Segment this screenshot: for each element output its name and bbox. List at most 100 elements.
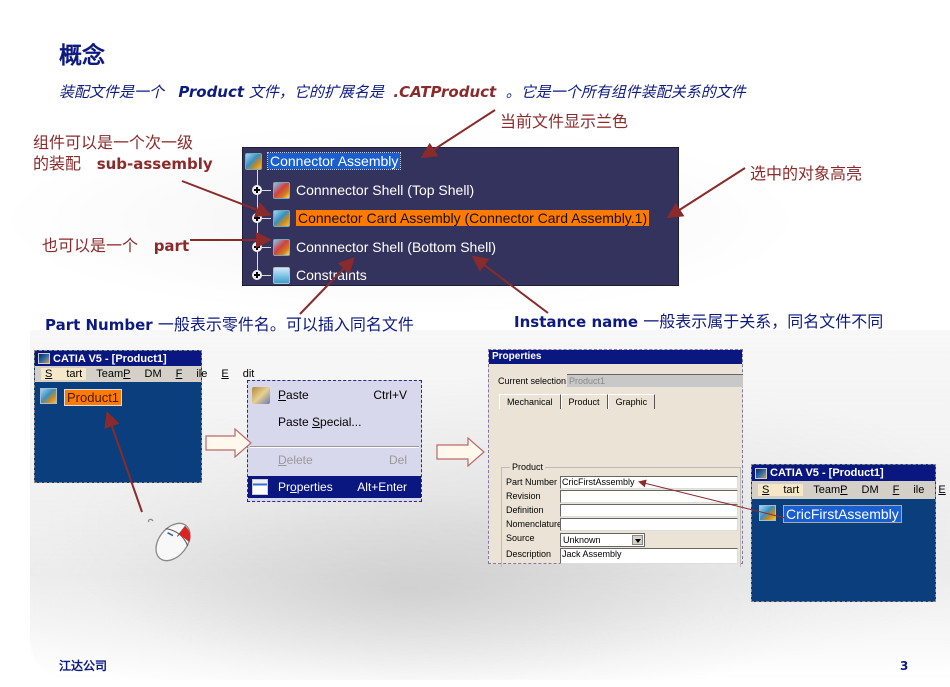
menu-file[interactable]: File <box>176 368 208 380</box>
also-part-cn: 也可以是一个 <box>42 236 139 255</box>
part-icon <box>273 181 290 199</box>
current-selection-label: Current selection : <box>498 376 572 386</box>
revision-input[interactable] <box>560 490 738 503</box>
product-icon <box>759 505 776 521</box>
properties-icon <box>252 479 268 495</box>
part-number-input[interactable]: CricFirstAssembly <box>560 476 738 489</box>
subtitle-part1: 装配文件是一个 <box>59 83 165 101</box>
tab-mechanical[interactable]: Mechanical <box>499 394 561 409</box>
menu-item-label: Properties <box>278 480 333 494</box>
description-input[interactable]: Jack Assembly <box>560 548 738 564</box>
tree-node[interactable]: Connnector Shell (Top Shell) <box>243 179 474 201</box>
sub-assembly-en: sub-assembly <box>96 155 213 173</box>
properties-dialog: Properties Current selection : Product1 … <box>488 349 743 567</box>
catia-menu-bar: Start TeamPDM File Edit <box>35 366 254 382</box>
expand-plus-icon[interactable] <box>252 185 262 195</box>
menu-start[interactable]: Start <box>41 368 87 380</box>
field-row-nomenclature: Nomenclature <box>506 517 563 531</box>
catia-title: CATIA V5 - [Product1] <box>770 467 884 479</box>
sub-assembly-cn: 的装配 <box>33 154 82 173</box>
subtitle-part3: 。它是一个所有组件装配关系的文件 <box>505 83 746 101</box>
menu-item-paste-special[interactable]: Paste Special... <box>248 411 421 433</box>
expand-plus-icon[interactable] <box>252 270 262 280</box>
flow-arrow-icon <box>205 428 252 458</box>
annotation-sub-assembly-line2: 的装配 sub-assembly <box>33 150 213 174</box>
menu-item-paste[interactable]: Paste Ctrl+V <box>248 384 421 406</box>
menu-item-shortcut: Alt+Enter <box>357 480 407 494</box>
menu-teampdm[interactable]: TeamP DM <box>813 484 878 496</box>
menu-teampdm[interactable]: TeamP DM <box>96 368 161 380</box>
nomenclature-input[interactable] <box>560 518 738 531</box>
field-label: Source <box>506 533 535 543</box>
tree-node-label: Connnector Shell (Top Shell) <box>296 182 475 198</box>
field-label: Nomenclature <box>506 519 563 529</box>
field-row-revision: Revision <box>506 489 560 503</box>
menu-item-properties[interactable]: Properties Alt+Enter <box>248 476 421 498</box>
field-label: Part Number <box>506 477 558 487</box>
current-selection-field: Product1 <box>567 374 743 387</box>
product-node-label[interactable]: CricFirstAssembly <box>783 505 902 523</box>
tree-node[interactable]: Connnector Shell (Bottom Shell) <box>243 236 496 258</box>
field-row-source: Source <box>506 531 560 545</box>
groupbox-title: Product <box>510 462 546 472</box>
page-number: 3 <box>900 659 909 673</box>
tab-product[interactable]: Product <box>560 394 608 409</box>
paste-icon <box>252 387 270 404</box>
catia-title-bar: CATIA V5 - [Product1] <box>35 351 201 366</box>
source-select[interactable]: Unknown <box>560 533 645 547</box>
context-menu: Paste Ctrl+V Paste Special... Delete Del… <box>247 380 422 502</box>
product-node-label[interactable]: Product1 <box>64 389 123 406</box>
subtitle-product: Product <box>178 83 245 101</box>
instance-name-cn: 一般表示属于关系，同名文件不同 <box>643 312 884 331</box>
part-icon <box>273 238 290 256</box>
catia-logo-icon <box>38 353 50 364</box>
properties-tabs: Mechanical Product Graphic <box>499 394 656 409</box>
annotation-current-file-blue: 当前文件显示兰色 <box>500 112 629 131</box>
annotation-also-part: 也可以是一个 part <box>42 232 189 256</box>
menu-item-shortcut: Del <box>388 453 407 467</box>
tab-graphic[interactable]: Graphic <box>607 394 656 409</box>
tree-root-label: Connector Assembly <box>266 152 402 170</box>
footer-company: 江达公司 <box>59 659 108 673</box>
menu-edit[interactable]: Edit <box>938 484 950 496</box>
product-icon <box>245 152 262 170</box>
definition-input[interactable] <box>560 504 738 517</box>
field-row-definition: Definition <box>506 503 560 517</box>
subtitle-extension: .CATProduct <box>393 83 497 101</box>
dialog-title: Properties <box>489 350 742 364</box>
menu-item-delete[interactable]: Delete Del <box>248 449 421 471</box>
menu-file[interactable]: File <box>893 484 925 496</box>
catia-title-bar: CATIA V5 - [Product1] <box>752 465 935 481</box>
catia-window-after: CATIA V5 - [Product1] Start TeamP DM File… <box>751 464 946 602</box>
slide-title: 概念 <box>59 43 105 69</box>
menu-item-shortcut: Ctrl+V <box>373 388 407 402</box>
annotation-part-number: Part Number 一般表示零件名。可以插入同名文件 <box>45 311 414 335</box>
menu-separator <box>250 446 419 448</box>
product-icon <box>40 388 57 404</box>
tree-node-label: Connnector Shell (Bottom Shell) <box>296 239 496 255</box>
product-icon <box>273 209 290 227</box>
field-row-description: Description <box>506 547 560 561</box>
expand-plus-icon[interactable] <box>252 213 262 223</box>
tree-root[interactable]: Connector Assembly <box>245 150 402 172</box>
menu-item-label: Paste Special... <box>278 415 362 429</box>
specification-tree: Connector Assembly Connnector Shell (Top… <box>242 147 679 286</box>
menu-item-label: Paste <box>278 388 309 402</box>
expand-plus-icon[interactable] <box>252 242 262 252</box>
part-number-en: Part Number <box>45 316 153 334</box>
subtitle-part2: 文件，它的扩展名是 <box>248 83 384 101</box>
menu-item-label: Delete <box>278 453 313 467</box>
annotation-selected-highlight: 选中的对象高亮 <box>750 164 863 183</box>
chevron-down-icon[interactable] <box>632 535 643 545</box>
catia-menu-bar: Start TeamPDM File Edit <box>752 481 946 499</box>
slide-subtitle: 装配文件是一个 Product 文件，它的扩展名是 .CATProduct 。它… <box>59 81 746 102</box>
menu-start[interactable]: Start <box>758 484 804 496</box>
mouse-icon <box>147 518 191 562</box>
field-label: Definition <box>506 505 544 515</box>
field-label: Description <box>506 549 552 559</box>
catia-window-before: CATIA V5 - [Product1] Start TeamP DM File… <box>34 350 254 483</box>
menu-edit[interactable]: Edit <box>221 368 254 380</box>
instance-name-en: Instance name <box>514 313 639 331</box>
tree-node[interactable]: Constraints <box>243 264 367 286</box>
tree-node-selected[interactable]: Connector Card Assembly (Connector Card … <box>243 207 650 229</box>
